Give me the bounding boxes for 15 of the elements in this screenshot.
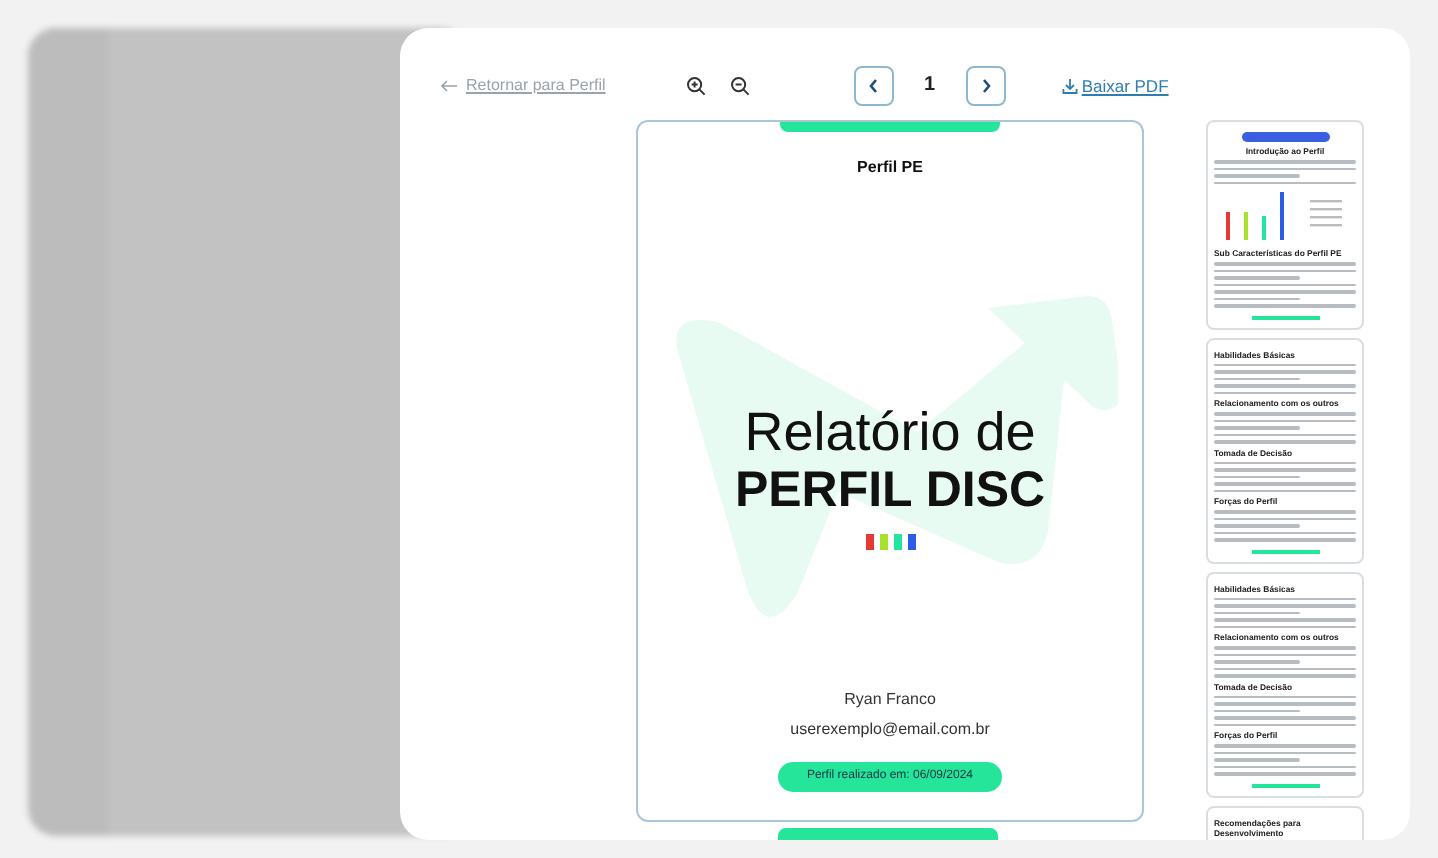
previous-page-button[interactable] — [853, 65, 894, 106]
report-subtitle: PERFIL DISC — [734, 463, 1046, 519]
chevron-right-icon — [979, 77, 992, 94]
page-number: 1 — [922, 72, 938, 101]
zoom-out-icon[interactable] — [729, 75, 750, 96]
person-name: Ryan Franco — [844, 688, 936, 713]
arrow-left-icon — [440, 79, 458, 92]
person-email: userexemplo@email.com.br — [790, 718, 990, 743]
report-title: Relatório de — [744, 403, 1036, 464]
download-pdf-link[interactable]: Baixar PDF — [1061, 73, 1169, 99]
page-header: Perfil PE — [857, 155, 923, 180]
chevron-left-icon — [867, 77, 880, 94]
zoom-in-icon[interactable] — [685, 75, 706, 96]
download-icon — [1061, 77, 1078, 94]
next-page-button[interactable] — [965, 65, 1006, 106]
